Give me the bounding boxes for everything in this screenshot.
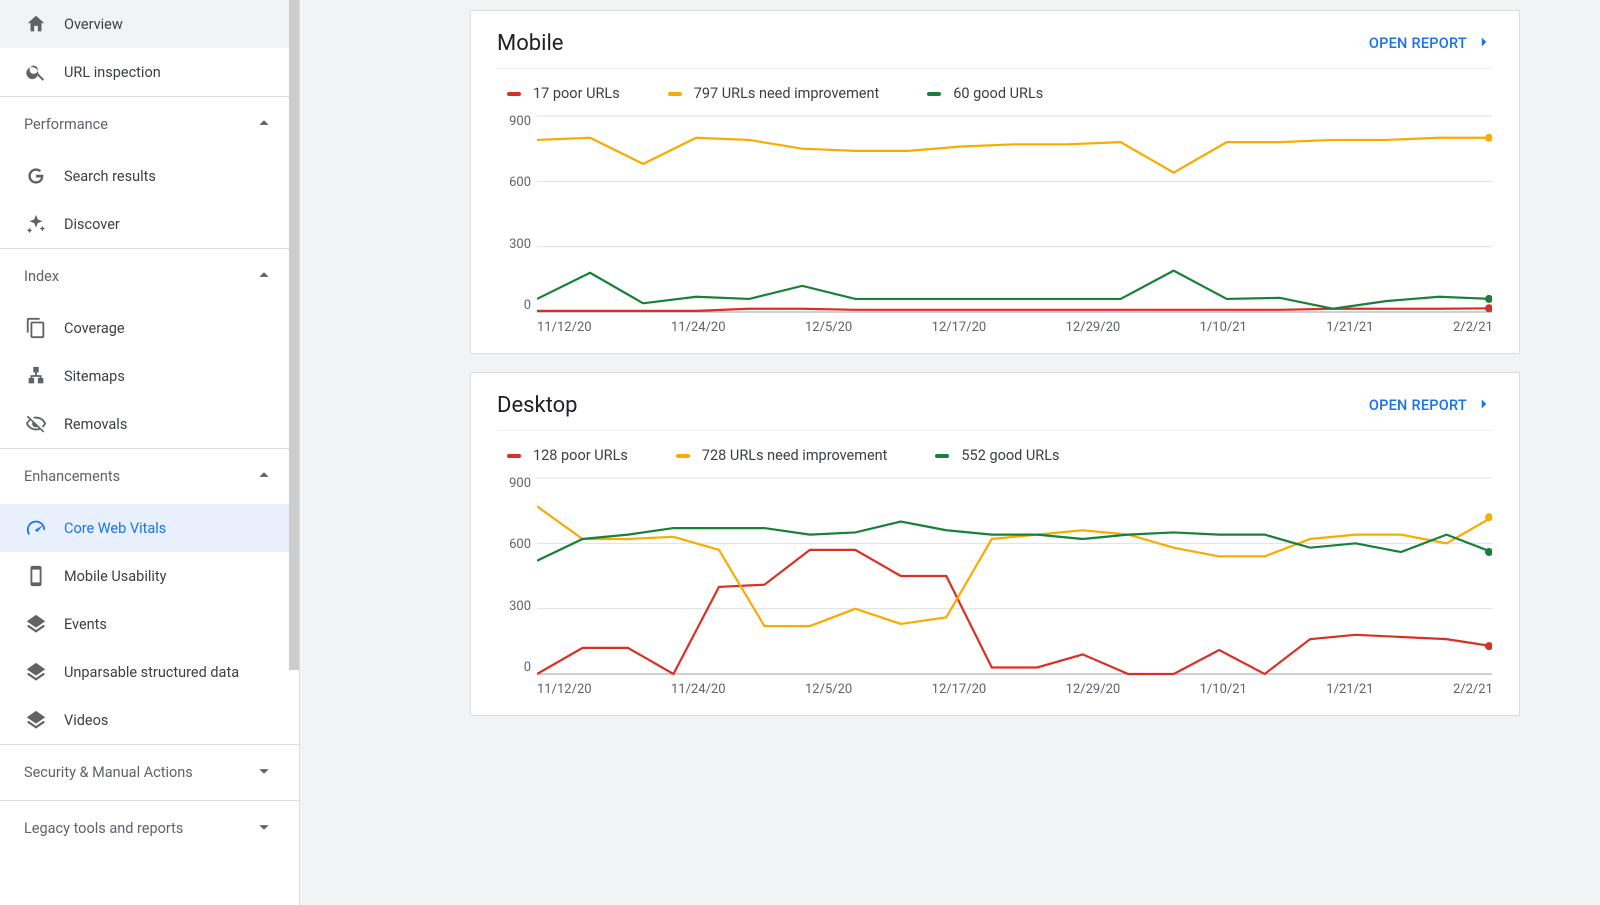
legend-poor: 17 poor URLs [507,85,620,102]
open-report-label: OPEN REPORT [1369,397,1467,414]
nav-label: Sitemaps [64,368,125,385]
chevron-right-icon [1475,395,1493,417]
nav-label: Events [64,616,107,633]
poor-swatch-icon [507,454,521,458]
mobile-x-labels: 11/12/2011/24/2012/5/2012/17/2012/29/201… [537,320,1493,335]
nav-label: Unparsable structured data [64,664,239,681]
open-report-label: OPEN REPORT [1369,35,1467,52]
search-icon [24,60,48,84]
nav-coverage[interactable]: Coverage [0,304,299,352]
chevron-up-icon [253,464,275,490]
nav-label: Videos [64,712,108,729]
nav-label: Discover [64,216,120,233]
legend-label: 128 poor URLs [533,447,628,464]
nav-sitemaps[interactable]: Sitemaps [0,352,299,400]
group-label: Legacy tools and reports [24,820,183,837]
nav-group-security[interactable]: Security & Manual Actions [0,744,299,800]
layers-icon [24,660,48,684]
chevron-up-icon [253,112,275,138]
chevron-up-icon [253,264,275,290]
nav-url-inspection[interactable]: URL inspection [0,48,299,96]
mobile-legend: 17 poor URLs 797 URLs need improvement 6… [497,68,1493,114]
open-report-button-mobile[interactable]: OPEN REPORT [1369,33,1493,55]
group-label: Enhancements [24,468,120,485]
nav-group-index[interactable]: Index [0,248,299,304]
mobile-y-labels: 9006003000 [497,114,531,313]
visibility-off-icon [24,412,48,436]
nav-label: URL inspection [64,64,161,81]
phone-icon [24,564,48,588]
nav-label: Core Web Vitals [64,520,166,537]
improvement-swatch-icon [668,92,682,96]
nav-search-results[interactable]: Search results [0,152,299,200]
discover-icon [24,212,48,236]
sidebar: Overview URL inspection Performance Sear… [0,0,300,905]
nav-group-legacy[interactable]: Legacy tools and reports [0,800,299,856]
nav-group-performance[interactable]: Performance [0,96,299,152]
layers-icon [24,708,48,732]
mobile-chart: 9006003000 11/12/2011/24/2012/5/2012/17/… [497,114,1493,335]
nav-label: Overview [64,16,123,33]
nav-label: Coverage [64,320,125,337]
nav-discover[interactable]: Discover [0,200,299,248]
nav-removals[interactable]: Removals [0,400,299,448]
nav-label: Mobile Usability [64,568,167,585]
legend-label: 552 good URLs [961,447,1059,464]
chevron-down-icon [253,760,275,786]
group-label: Performance [24,116,108,133]
nav-overview[interactable]: Overview [0,0,299,48]
nav-videos[interactable]: Videos [0,696,299,744]
speed-icon [24,516,48,540]
google-icon [24,164,48,188]
good-swatch-icon [927,92,941,96]
legend-good: 60 good URLs [927,85,1043,102]
legend-poor: 128 poor URLs [507,447,628,464]
mobile-chart-svg [537,114,1492,314]
nav-label: Removals [64,416,127,433]
legend-improvement: 728 URLs need improvement [676,447,888,464]
good-swatch-icon [935,454,949,458]
desktop-card: Desktop OPEN REPORT 128 poor URLs 728 UR… [470,372,1520,716]
open-report-button-desktop[interactable]: OPEN REPORT [1369,395,1493,417]
legend-label: 797 URLs need improvement [694,85,880,102]
improvement-swatch-icon [676,454,690,458]
nav-group-enhancements[interactable]: Enhancements [0,448,299,504]
mobile-card: Mobile OPEN REPORT 17 poor URLs 797 URLs… [470,10,1520,354]
desktop-y-labels: 9006003000 [497,476,531,675]
chevron-down-icon [253,816,275,842]
desktop-x-labels: 11/12/2011/24/2012/5/2012/17/2012/29/201… [537,682,1493,697]
group-label: Security & Manual Actions [24,764,193,781]
copy-icon [24,316,48,340]
nav-core-web-vitals[interactable]: Core Web Vitals [0,504,299,552]
mobile-title: Mobile [497,31,563,56]
nav-mobile-usability[interactable]: Mobile Usability [0,552,299,600]
chevron-right-icon [1475,33,1493,55]
legend-good: 552 good URLs [935,447,1059,464]
nav-label: Search results [64,168,156,185]
nav-events[interactable]: Events [0,600,299,648]
sidebar-scrollbar[interactable] [289,0,299,670]
desktop-chart-svg [537,476,1492,676]
home-icon [24,12,48,36]
legend-label: 60 good URLs [953,85,1043,102]
desktop-legend: 128 poor URLs 728 URLs need improvement … [497,430,1493,476]
poor-swatch-icon [507,92,521,96]
legend-label: 728 URLs need improvement [702,447,888,464]
legend-improvement: 797 URLs need improvement [668,85,880,102]
nav-unparsable-structured-data[interactable]: Unparsable structured data [0,648,299,696]
layers-icon [24,612,48,636]
desktop-chart: 9006003000 11/12/2011/24/2012/5/2012/17/… [497,476,1493,697]
legend-label: 17 poor URLs [533,85,620,102]
sitemap-icon [24,364,48,388]
desktop-title: Desktop [497,393,578,418]
main-content: Mobile OPEN REPORT 17 poor URLs 797 URLs… [300,0,1600,905]
group-label: Index [24,268,59,285]
